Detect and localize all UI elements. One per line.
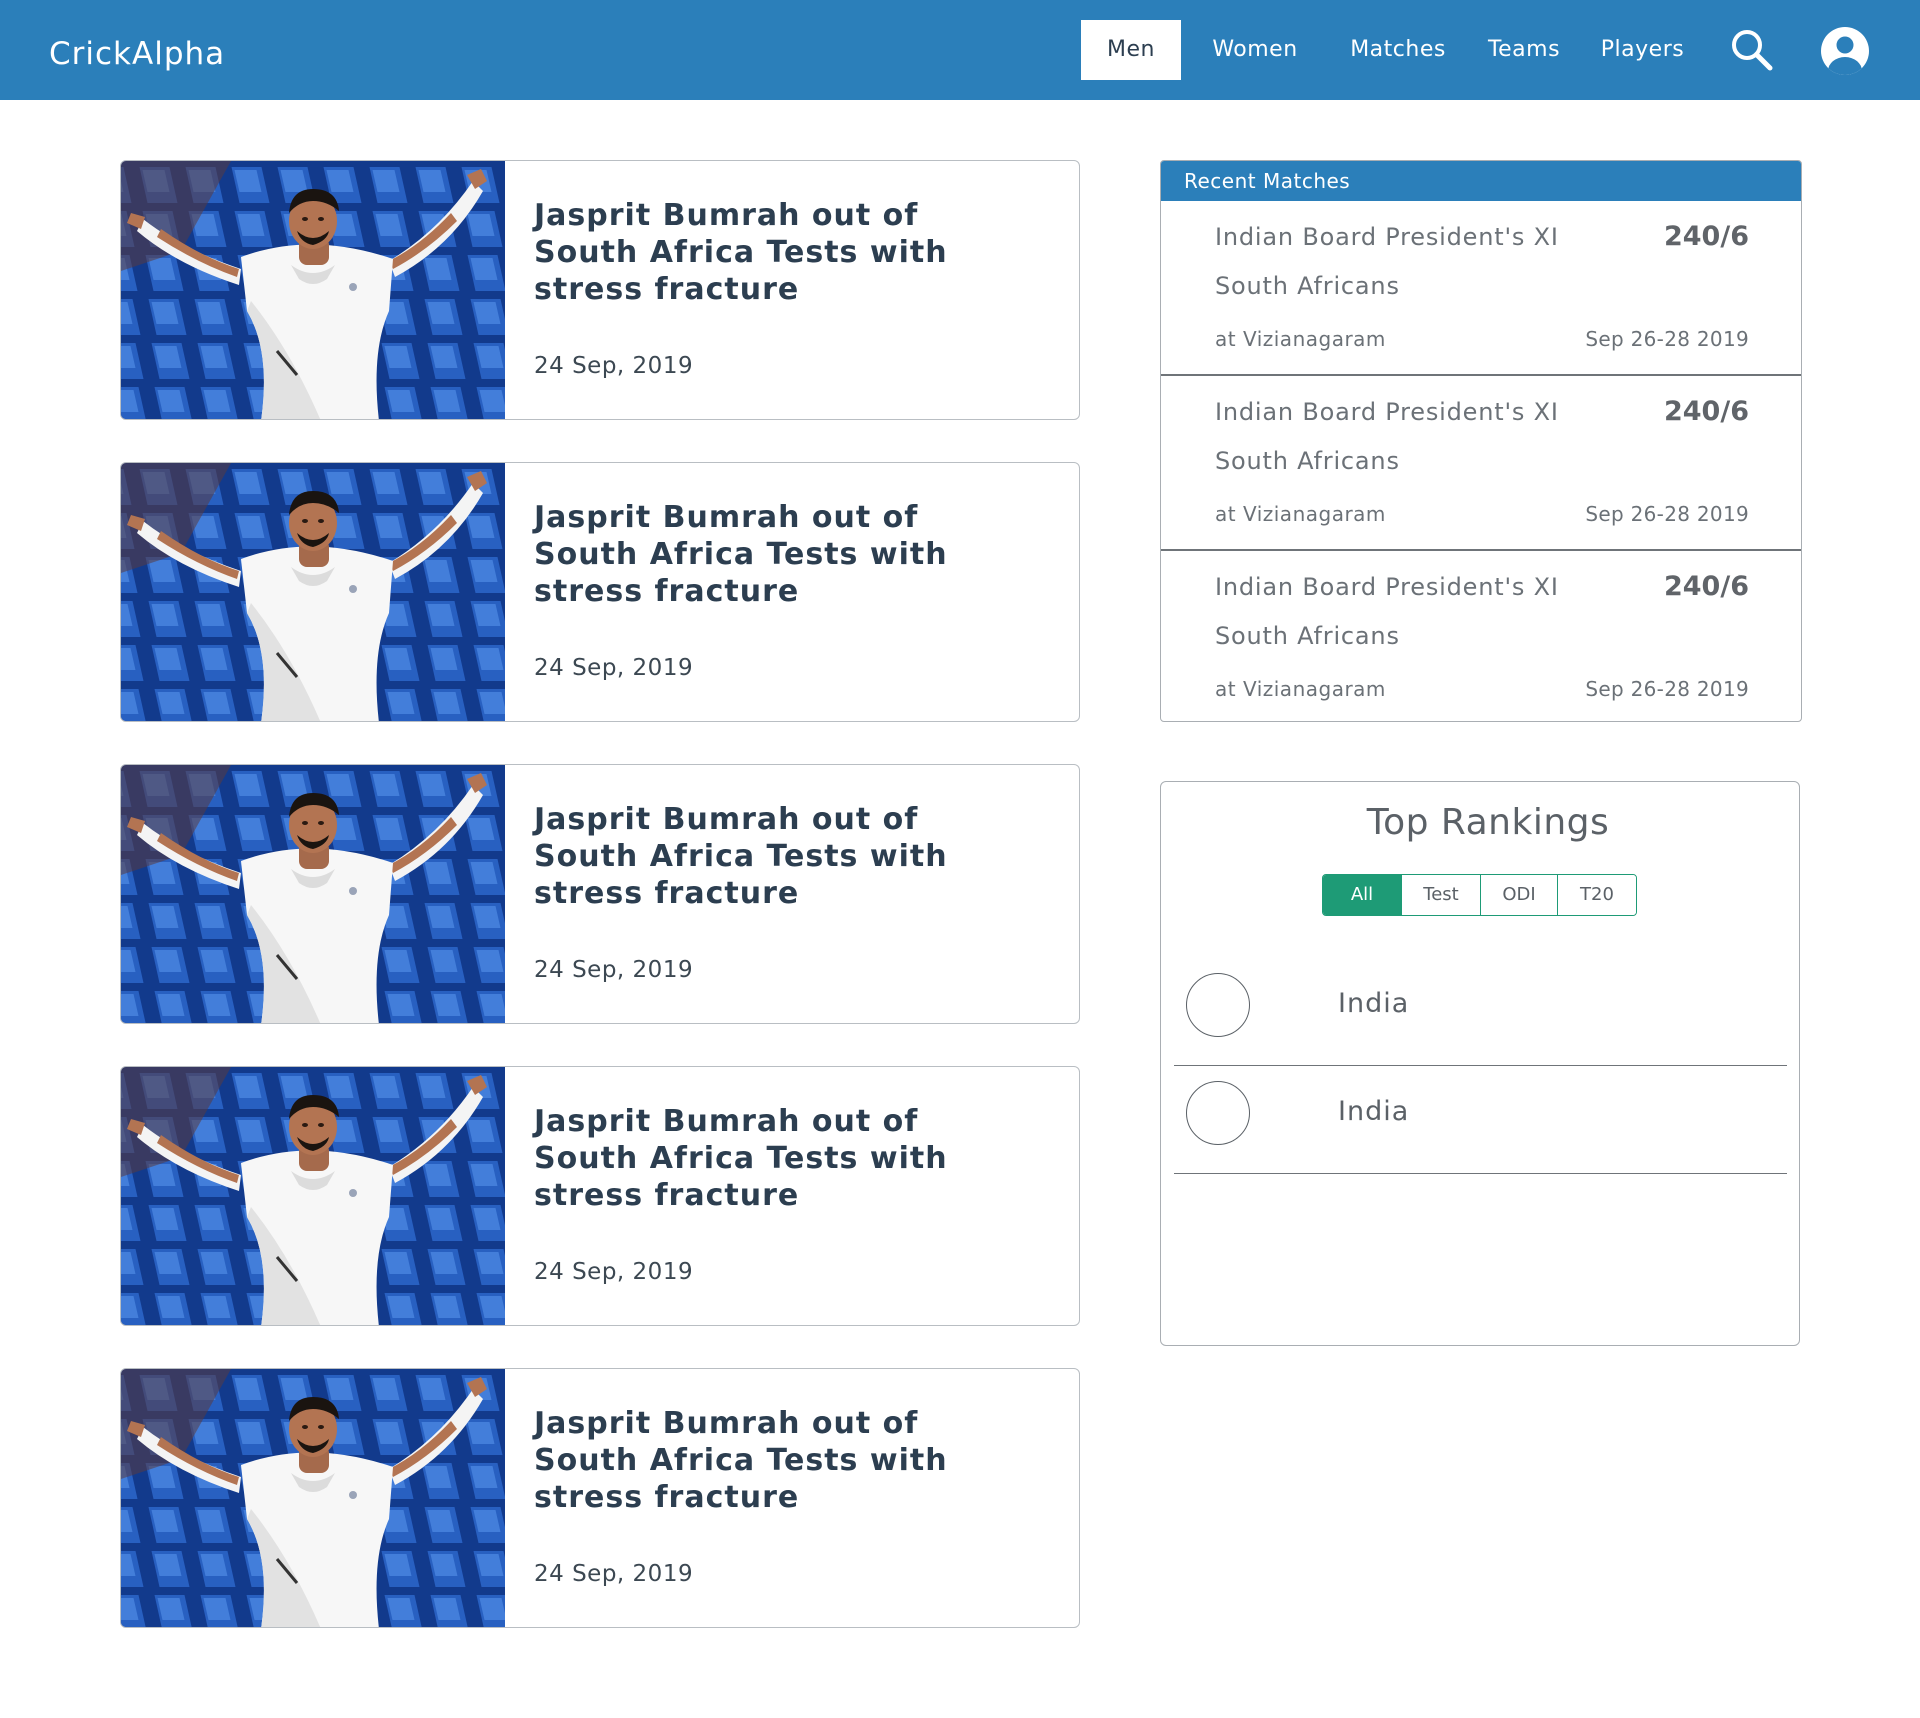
top-rankings-panel: Top Rankings All Test ODI T20 India Indi… (1160, 781, 1800, 1346)
match-dates: Sep 26-28 2019 (1585, 502, 1749, 526)
news-title[interactable]: Jasprit Bumrah out of South Africa Tests… (534, 1405, 1034, 1516)
user-avatar-icon (1821, 27, 1869, 75)
match-venue: at Vizianagaram (1215, 677, 1386, 701)
match-score: 240/6 (1663, 396, 1749, 427)
recent-matches-panel: Recent Matches Indian Board President's … (1160, 160, 1802, 722)
match-team-1: Indian Board President's XI (1215, 573, 1559, 601)
search-icon (1732, 30, 1773, 71)
news-card[interactable]: Jasprit Bumrah out of South Africa Tests… (120, 1066, 1080, 1326)
match-team-2: South Africans (1215, 622, 1400, 650)
ranking-row[interactable]: India (1174, 1066, 1787, 1174)
news-list: Jasprit Bumrah out of South Africa Tests… (120, 160, 1080, 1670)
rankings-title: Top Rankings (1366, 802, 1610, 843)
news-date: 24 Sep, 2019 (534, 957, 694, 983)
news-title[interactable]: Jasprit Bumrah out of South Africa Tests… (534, 1103, 1034, 1214)
news-thumbnail (121, 463, 505, 721)
news-card[interactable]: Jasprit Bumrah out of South Africa Tests… (120, 1368, 1080, 1628)
news-date: 24 Sep, 2019 (534, 353, 694, 379)
brand-logo[interactable]: CrickAlpha (49, 34, 225, 74)
match-dates: Sep 26-28 2019 (1585, 327, 1749, 351)
tab-test[interactable]: Test (1402, 875, 1481, 915)
match-item[interactable]: Indian Board President's XI 240/6 South … (1161, 376, 1801, 551)
ranking-team-name: India (1338, 1096, 1410, 1127)
search-button[interactable] (1730, 28, 1774, 72)
news-date: 24 Sep, 2019 (534, 1561, 694, 1587)
nav-link-women[interactable]: Women (1196, 20, 1314, 80)
top-navbar: CrickAlpha Men Women Matches Teams Playe… (0, 0, 1920, 100)
news-title[interactable]: Jasprit Bumrah out of South Africa Tests… (534, 197, 1034, 308)
nav-link-teams[interactable]: Teams (1481, 20, 1567, 80)
ranking-row[interactable]: India (1174, 958, 1787, 1066)
tab-odi[interactable]: ODI (1481, 875, 1558, 915)
profile-button[interactable] (1820, 26, 1870, 76)
news-thumbnail (121, 1369, 505, 1627)
match-team-2: South Africans (1215, 272, 1400, 300)
match-team-1: Indian Board President's XI (1215, 223, 1559, 251)
news-thumbnail (121, 1067, 505, 1325)
match-venue: at Vizianagaram (1215, 502, 1386, 526)
match-team-1: Indian Board President's XI (1215, 398, 1559, 426)
nav-link-matches[interactable]: Matches (1340, 20, 1456, 80)
match-team-2: South Africans (1215, 447, 1400, 475)
news-date: 24 Sep, 2019 (534, 655, 694, 681)
news-thumbnail (121, 161, 505, 419)
news-thumbnail (121, 765, 505, 1023)
ranking-team-name: India (1338, 988, 1410, 1019)
match-score: 240/6 (1663, 571, 1749, 602)
tab-all[interactable]: All (1323, 875, 1402, 915)
team-flag-icon (1186, 1081, 1250, 1145)
team-flag-icon (1186, 973, 1250, 1037)
match-dates: Sep 26-28 2019 (1585, 677, 1749, 701)
rankings-format-tabs: All Test ODI T20 (1322, 874, 1637, 916)
news-card[interactable]: Jasprit Bumrah out of South Africa Tests… (120, 462, 1080, 722)
news-title[interactable]: Jasprit Bumrah out of South Africa Tests… (534, 499, 1034, 610)
nav-link-players[interactable]: Players (1595, 20, 1690, 80)
nav-link-men[interactable]: Men (1081, 20, 1181, 80)
match-item[interactable]: Indian Board President's XI 240/6 South … (1161, 551, 1801, 721)
match-item[interactable]: Indian Board President's XI 240/6 South … (1161, 201, 1801, 376)
news-date: 24 Sep, 2019 (534, 1259, 694, 1285)
recent-matches-header: Recent Matches (1161, 161, 1801, 201)
match-venue: at Vizianagaram (1215, 327, 1386, 351)
news-title[interactable]: Jasprit Bumrah out of South Africa Tests… (534, 801, 1034, 912)
match-score: 240/6 (1663, 221, 1749, 252)
news-card[interactable]: Jasprit Bumrah out of South Africa Tests… (120, 160, 1080, 420)
news-card[interactable]: Jasprit Bumrah out of South Africa Tests… (120, 764, 1080, 1024)
tab-t20[interactable]: T20 (1558, 875, 1636, 915)
